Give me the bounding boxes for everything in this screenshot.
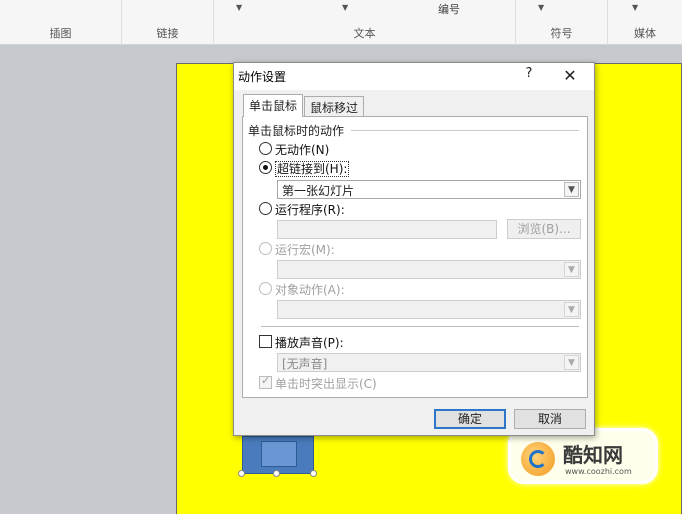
watermark-name: 酷知网 xyxy=(563,443,623,467)
dialog-title: 动作设置 xyxy=(238,70,287,84)
chevron-down-icon[interactable]: ▼ xyxy=(236,3,242,12)
coozhi-logo-icon xyxy=(521,442,555,476)
chevron-down-icon[interactable]: ▼ xyxy=(632,3,638,12)
numbering-button[interactable]: 编号 xyxy=(438,1,460,17)
hyperlink-label-text: 超链接到(H): xyxy=(275,161,350,177)
ribbon-group-links[interactable]: 链接 xyxy=(122,0,214,45)
ribbon: 插图 链接 ▼ ▼ 编号 文本 ▼ 符号 ▼ 媒体 xyxy=(0,0,682,45)
ribbon-group-text[interactable]: ▼ ▼ 编号 文本 xyxy=(214,0,516,45)
close-icon[interactable]: ✕ xyxy=(558,65,582,87)
action-settings-dialog: 动作设置 ? ✕ 单击鼠标 鼠标移过 单击鼠标时的动作 无动作(N) 超链接到(… xyxy=(233,62,595,436)
play-sound-checkbox[interactable] xyxy=(259,335,272,348)
radio-run-program[interactable] xyxy=(259,202,272,215)
hyperlink-select-value: 第一张幻灯片 xyxy=(282,184,355,198)
browse-button[interactable]: 浏览(B)... xyxy=(507,219,581,239)
action-button-shape[interactable] xyxy=(242,436,314,474)
ok-button[interactable]: 确定 xyxy=(434,409,506,429)
no-action-label[interactable]: 无动作(N) xyxy=(275,141,329,158)
group-divider xyxy=(351,130,579,131)
ribbon-group-label: 插图 xyxy=(49,27,72,40)
chevron-down-icon[interactable]: ▼ xyxy=(538,3,544,12)
run-program-label[interactable]: 运行程序(R): xyxy=(275,201,345,218)
radio-object-action[interactable] xyxy=(259,282,272,295)
ribbon-group-label: 链接 xyxy=(156,27,179,40)
group-title: 单击鼠标时的动作 xyxy=(248,122,349,139)
cancel-button[interactable]: 取消 xyxy=(514,409,586,429)
ribbon-group-media[interactable]: ▼ 媒体 xyxy=(608,0,682,45)
play-sound-label[interactable]: 播放声音(P): xyxy=(275,334,344,351)
highlight-click-label[interactable]: 单击时突出显示(C) xyxy=(275,375,377,392)
radio-hyperlink[interactable] xyxy=(259,161,272,174)
watermark-url: www.coozhi.com xyxy=(565,467,632,476)
sound-select[interactable]: [无声音] ▼ xyxy=(277,353,581,372)
resize-handle[interactable] xyxy=(273,470,280,477)
ribbon-group-label: 符号 xyxy=(550,27,573,40)
object-action-select[interactable]: ▼ xyxy=(277,300,581,319)
ribbon-group-symbols[interactable]: ▼ 符号 xyxy=(516,0,608,45)
chevron-down-icon[interactable]: ▼ xyxy=(564,262,579,277)
macro-select[interactable]: ▼ xyxy=(277,260,581,279)
radio-no-action[interactable] xyxy=(259,142,272,155)
radio-run-macro[interactable] xyxy=(259,242,272,255)
ribbon-group-label: 文本 xyxy=(353,27,376,40)
ribbon-group-label: 媒体 xyxy=(634,27,656,40)
resize-handle[interactable] xyxy=(310,470,317,477)
run-macro-label[interactable]: 运行宏(M): xyxy=(275,241,335,258)
help-button[interactable]: ? xyxy=(520,66,538,86)
tab-mouse-over[interactable]: 鼠标移过 xyxy=(304,96,365,116)
dialog-titlebar[interactable]: 动作设置 ? ✕ xyxy=(234,63,594,90)
object-action-label[interactable]: 对象动作(A): xyxy=(275,281,345,298)
watermark: 酷知网 www.coozhi.com xyxy=(508,428,658,484)
hyperlink-select[interactable]: 第一张幻灯片 ▼ xyxy=(277,180,581,199)
ribbon-group-illustrations[interactable]: 插图 xyxy=(0,0,122,45)
divider xyxy=(261,326,579,327)
chevron-down-icon[interactable]: ▼ xyxy=(564,182,579,197)
sound-select-value: [无声音] xyxy=(282,357,328,371)
chevron-down-icon[interactable]: ▼ xyxy=(564,302,579,317)
highlight-click-checkbox[interactable] xyxy=(259,374,272,389)
resize-handle[interactable] xyxy=(238,470,245,477)
program-path-input[interactable] xyxy=(277,220,497,239)
hyperlink-label[interactable]: 超链接到(H): xyxy=(275,160,350,177)
chevron-down-icon[interactable]: ▼ xyxy=(564,355,579,370)
tab-panel: 单击鼠标时的动作 无动作(N) 超链接到(H): 第一张幻灯片 ▼ 运行程序(R… xyxy=(242,116,588,398)
chevron-down-icon[interactable]: ▼ xyxy=(342,3,348,12)
tab-mouse-click[interactable]: 单击鼠标 xyxy=(243,94,304,117)
shape-inner xyxy=(261,441,297,467)
